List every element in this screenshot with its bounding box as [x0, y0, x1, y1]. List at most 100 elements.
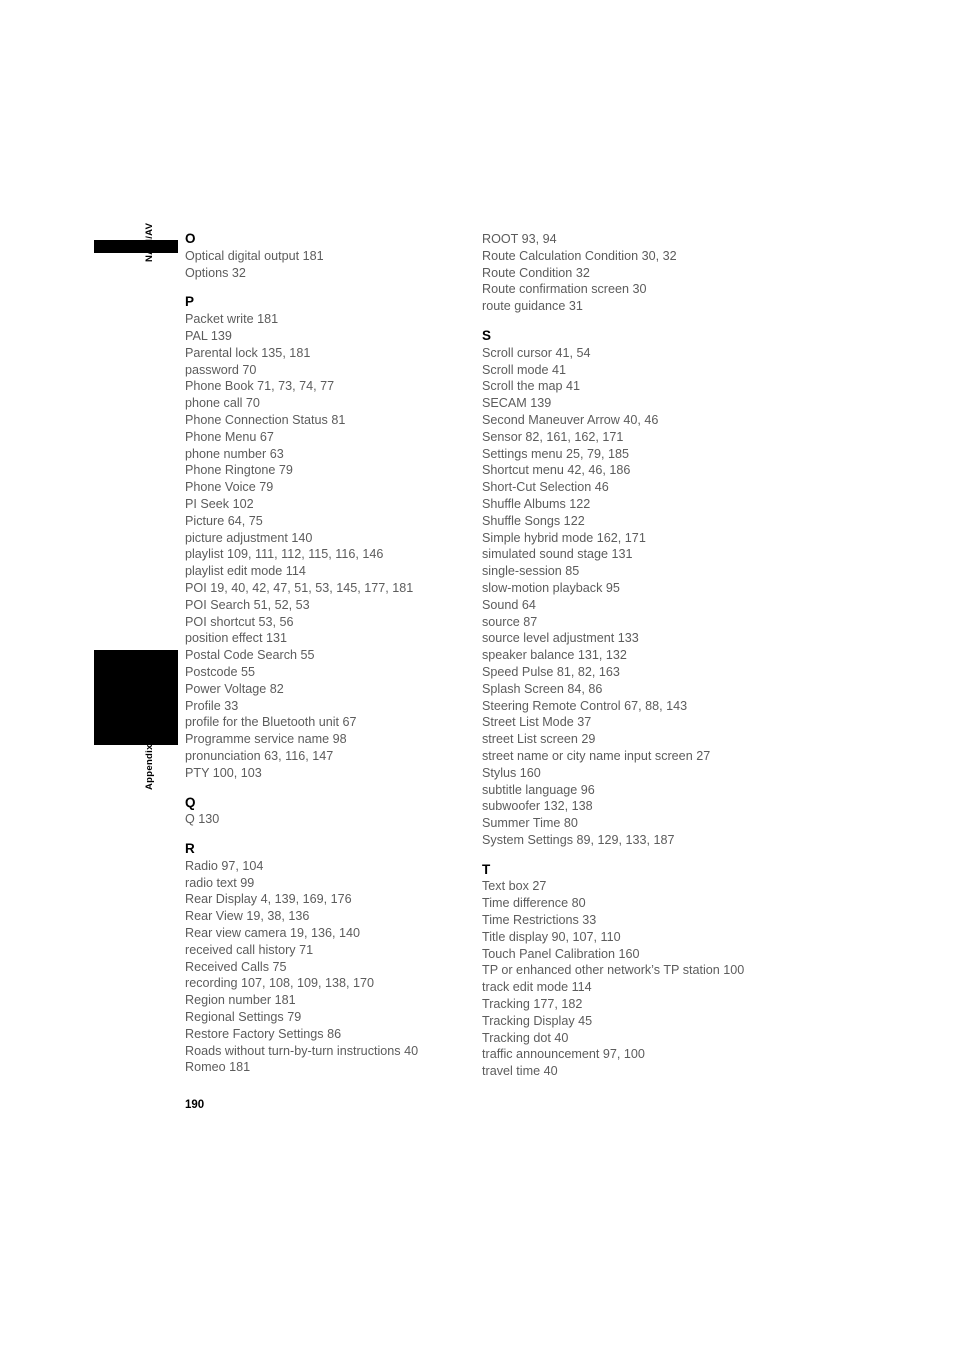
index-entry: Route Condition 32 — [482, 265, 590, 280]
index-section-o: O Optical digital output 181 Options 32 — [185, 231, 455, 281]
index-entry: Phone Ringtone 79 — [185, 463, 293, 478]
index-entry: Tracking Display 45 — [482, 1013, 593, 1028]
index-entry: Phone Voice 79 — [185, 480, 274, 495]
index-entry: phone call 70 — [185, 396, 260, 411]
index-entry: System Settings 89, 129, 133, 187 — [482, 832, 675, 847]
index-entry: TP or enhanced other network’s TP statio… — [482, 963, 745, 978]
thumb-tab-appendix-block — [94, 650, 178, 745]
index-entry: playlist 109, 111, 112, 115, 116, 146 — [185, 547, 384, 562]
section-letter: Q — [185, 794, 196, 810]
index-entry: Phone Connection Status 81 — [185, 412, 346, 427]
index-entry: street name or city name input screen 27 — [482, 748, 711, 763]
index-entry: ROOT 93, 94 — [482, 232, 557, 246]
index-entry: playlist edit mode 114 — [185, 564, 306, 579]
index-entry: Scroll mode 41 — [482, 362, 566, 377]
index-entry: Splash Screen 84, 86 — [482, 681, 603, 696]
index-entry: received call history 71 — [185, 942, 314, 957]
section-letter: S — [482, 327, 492, 343]
index-entry: Rear view camera 19, 136, 140 — [185, 926, 361, 941]
section-letter: R — [185, 841, 195, 857]
index-entry: PI Seek 102 — [185, 496, 254, 511]
index-entry: simulated sound stage 131 — [482, 547, 633, 562]
index-entry: SECAM 139 — [482, 396, 552, 411]
index-section-t: T Text box 27 Time difference 80 Time Restr… — [482, 862, 772, 1080]
index-entry: Sensor 82, 161, 162, 171 — [482, 429, 624, 444]
index-entry: Summer Time 80 — [482, 816, 578, 831]
index-entry: Radio 97, 104 — [185, 858, 264, 873]
index-entry: Settings menu 25, 79, 185 — [482, 446, 630, 461]
index-section-p: P Packet write 181 PAL 139 Parental lock 13… — [185, 294, 455, 781]
index-entry: source level adjustment 133 — [482, 631, 639, 646]
index-entry: Speed Pulse 81, 82, 163 — [482, 664, 620, 679]
index-entry: Phone Book 71, 73, 74, 77 — [185, 379, 335, 394]
section-letter: O — [185, 231, 196, 246]
index-entry: Programme service name 98 — [185, 732, 347, 747]
index-entry: Packet write 181 — [185, 312, 279, 327]
index-entry: Romeo 181 — [185, 1060, 251, 1075]
index-entry: Region number 181 — [185, 993, 296, 1008]
page-number: 190 — [185, 1099, 205, 1111]
index-entry: PAL 139 — [185, 328, 232, 343]
index-entry: Sound 64 — [482, 597, 536, 612]
index-entry: subtitle language 96 — [482, 782, 595, 797]
index-entry: travel time 40 — [482, 1064, 558, 1079]
index-entry: picture adjustment 140 — [185, 530, 313, 545]
index-entry: Scroll the map 41 — [482, 379, 581, 394]
index-entry: POI shortcut 53, 56 — [185, 614, 294, 629]
index-entry: Rear View 19, 38, 136 — [185, 909, 310, 924]
index-entry: Stylus 160 — [482, 765, 541, 780]
index-entry: Text box 27 — [482, 879, 547, 894]
thumb-tab-appendix-label: Appendix — [144, 744, 155, 790]
index-entry: Q 130 — [185, 812, 220, 827]
index-entry: POI Search 51, 52, 53 — [185, 597, 310, 612]
index-column-left: O Optical digital output 181 Options 32 P Pa… — [185, 231, 455, 1076]
index-entry: pronunciation 63, 116, 147 — [185, 748, 334, 763]
index-entry: Second Maneuver Arrow 40, 46 — [482, 412, 659, 427]
index-entry: position effect 131 — [185, 631, 287, 646]
index-entry: single-session 85 — [482, 564, 580, 579]
index-entry: profile for the Bluetooth unit 67 — [185, 715, 357, 730]
index-entry: Tracking dot 40 — [482, 1030, 569, 1045]
index-entry: Picture 64, 75 — [185, 513, 263, 528]
section-letter: T — [482, 861, 491, 877]
index-entry: Simple hybrid mode 162, 171 — [482, 530, 646, 545]
index-entry: Route confirmation screen 30 — [482, 282, 647, 297]
index-entry: Roads without turn-by-turn instructions … — [185, 1043, 419, 1058]
index-entry: track edit mode 114 — [482, 980, 592, 995]
index-entry: Postal Code Search 55 — [185, 648, 315, 663]
index-entry: Street List Mode 37 — [482, 715, 592, 730]
index-entry: route guidance 31 — [482, 299, 583, 314]
index-entry: Rear Display 4, 139, 169, 176 — [185, 892, 352, 907]
index-entry: phone number 63 — [185, 446, 284, 461]
index-entry: street List screen 29 — [482, 732, 596, 747]
index-entry: Profile 33 — [185, 698, 239, 713]
index-entry: subwoofer 132, 138 — [482, 799, 593, 814]
index-entry: Steering Remote Control 67, 88, 143 — [482, 698, 688, 713]
index-entry: Postcode 55 — [185, 664, 256, 679]
index-column-right: ROOT 93, 94 Route Calculation Condition 3… — [482, 231, 772, 1080]
index-entry: Optical digital output 181 — [185, 248, 324, 263]
index-entry: Parental lock 135, 181 — [185, 345, 311, 360]
index-entry: Touch Panel Calibration 160 — [482, 946, 640, 961]
index-section-continued: ROOT 93, 94 Route Calculation Condition 3… — [482, 231, 772, 315]
index-entry: Phone Menu 67 — [185, 429, 274, 444]
thumb-tab-navi-av-label: NAVI/AV — [144, 222, 155, 262]
index-entry: Time Restrictions 33 — [482, 913, 597, 928]
index-entry: Received Calls 75 — [185, 959, 287, 974]
index-entry: Route Calculation Condition 30, 32 — [482, 248, 677, 263]
index-entry: PTY 100, 103 — [185, 765, 262, 780]
index-entry: radio text 99 — [185, 875, 255, 890]
index-entry: source 87 — [482, 614, 538, 629]
index-entry: Scroll cursor 41, 54 — [482, 345, 591, 360]
index-entry: Title display 90, 107, 110 — [482, 929, 621, 944]
index-section-s: S Scroll cursor 41, 54 Scroll mode 41 Scrol… — [482, 328, 772, 849]
index-entry: speaker balance 131, 132 — [482, 648, 627, 663]
index-entry: Power Voltage 82 — [185, 681, 284, 696]
section-letter: P — [185, 294, 195, 310]
index-entry: Tracking 177, 182 — [482, 997, 583, 1012]
index-entry: Regional Settings 79 — [185, 1010, 302, 1025]
index-section-r: R Radio 97, 104 radio text 99 Rear Display … — [185, 841, 455, 1076]
index-entry: password 70 — [185, 362, 257, 377]
index-entry: Time difference 80 — [482, 896, 586, 911]
index-entry: Short-Cut Selection 46 — [482, 480, 609, 495]
